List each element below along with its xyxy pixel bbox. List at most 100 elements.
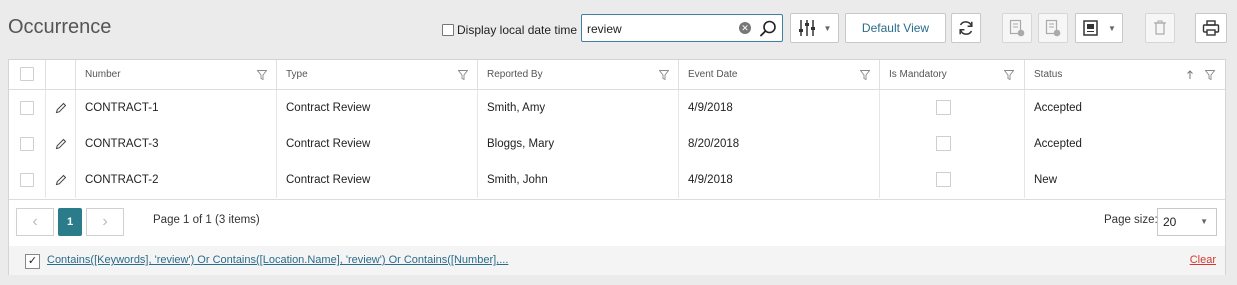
mandatory-checkbox	[936, 172, 951, 187]
column-header-label: Is Mandatory	[889, 69, 947, 80]
column-header-label: Type	[286, 69, 308, 80]
cell-status: New	[1034, 174, 1058, 186]
filter-icon[interactable]	[257, 70, 267, 80]
chevron-down-icon: ▼	[1108, 23, 1116, 33]
refresh-icon	[959, 21, 973, 35]
refresh-button[interactable]	[951, 13, 981, 43]
page-number-button[interactable]: 1	[58, 208, 82, 236]
approve-button[interactable]	[1002, 13, 1032, 43]
next-page-button[interactable]: ›	[86, 208, 124, 236]
filter-icon[interactable]	[1004, 70, 1014, 80]
search-input[interactable]	[587, 20, 732, 38]
chevron-down-icon: ▼	[1200, 217, 1208, 226]
table-row[interactable]: CONTRACT-1 Contract Review Smith, Amy 4/…	[9, 90, 1225, 126]
delete-button[interactable]	[1145, 13, 1175, 43]
report-menu-button[interactable]: ▼	[1075, 13, 1123, 43]
edit-cell	[46, 162, 76, 198]
pencil-icon[interactable]	[55, 138, 67, 150]
pencil-icon[interactable]	[55, 102, 67, 114]
page-size-select[interactable]: 20 ▼	[1157, 208, 1217, 236]
clear-search-icon[interactable]: ✕	[739, 22, 751, 34]
row-select-cell	[9, 162, 46, 198]
page-size-value: 20	[1163, 215, 1177, 229]
table-row[interactable]: CONTRACT-3 Contract Review Bloggs, Mary …	[9, 126, 1225, 162]
sort-ascending-icon[interactable]	[1185, 70, 1195, 80]
occurrence-grid: Number Type Reported By Event Date Is Ma…	[8, 59, 1226, 275]
filter-expression-link[interactable]: Contains([Keywords], 'review') Or Contai…	[47, 254, 508, 266]
column-header-label: Status	[1034, 69, 1063, 80]
filter-bar: ✓ Contains([Keywords], 'review') Or Cont…	[9, 246, 1225, 275]
local-date-time-toggle[interactable]: Display local date time	[442, 23, 577, 37]
reject-button[interactable]	[1038, 13, 1068, 43]
cell-number: CONTRACT-2	[76, 162, 277, 198]
default-view-label: Default View	[861, 21, 930, 35]
cell-event-date: 8/20/2018	[679, 126, 880, 162]
column-header-is-mandatory[interactable]: Is Mandatory	[880, 60, 1025, 90]
page-info: Page 1 of 1 (3 items)	[153, 214, 260, 226]
row-checkbox[interactable]	[20, 173, 34, 187]
filter-icon[interactable]	[1205, 70, 1215, 80]
search-icon[interactable]	[758, 19, 778, 39]
column-header-label: Event Date	[688, 69, 738, 80]
row-select-cell	[9, 90, 46, 126]
mandatory-checkbox	[936, 100, 951, 115]
cell-event-date: 4/9/2018	[679, 162, 880, 198]
column-header-event-date[interactable]: Event Date	[679, 60, 880, 90]
chevron-right-icon: ›	[102, 213, 108, 230]
mandatory-checkbox	[936, 136, 951, 151]
filter-icon[interactable]	[860, 70, 870, 80]
search-box: ✕	[581, 14, 783, 42]
cell-is-mandatory	[880, 90, 1025, 126]
filter-icon[interactable]	[458, 70, 468, 80]
cell-reported-by: Smith, John	[478, 162, 679, 198]
cell-event-date: 4/9/2018	[679, 90, 880, 126]
cell-type: Contract Review	[277, 126, 478, 162]
local-date-time-label: Display local date time	[457, 23, 578, 37]
clear-filter-link[interactable]: Clear	[1190, 254, 1216, 266]
column-header-label: Number	[85, 69, 121, 80]
cell-status: Accepted	[1034, 102, 1082, 114]
column-chooser-button[interactable]: ▼	[790, 13, 839, 43]
pencil-icon[interactable]	[55, 174, 67, 186]
pager: ‹ 1 › Page 1 of 1 (3 items) Page size: 2…	[9, 199, 1225, 245]
column-header-type[interactable]: Type	[277, 60, 478, 90]
prev-page-button[interactable]: ‹	[16, 208, 54, 236]
cell-reported-by: Bloggs, Mary	[478, 126, 679, 162]
row-checkbox[interactable]	[20, 101, 34, 115]
document-check-icon	[1009, 19, 1025, 37]
document-cancel-icon	[1045, 19, 1061, 37]
chevron-left-icon: ‹	[32, 213, 38, 230]
cell-reported-by: Smith, Amy	[478, 90, 679, 126]
cell-is-mandatory	[880, 162, 1025, 198]
page-size-label: Page size:	[1104, 214, 1158, 226]
filter-icon[interactable]	[659, 70, 669, 80]
trash-icon	[1154, 20, 1166, 35]
select-all-cell	[9, 60, 46, 90]
cell-status: Accepted	[1034, 138, 1082, 150]
cell-type: Contract Review	[277, 162, 478, 198]
edit-cell	[46, 126, 76, 162]
cell-type: Contract Review	[277, 90, 478, 126]
column-header-number[interactable]: Number	[76, 60, 277, 90]
cell-is-mandatory	[880, 126, 1025, 162]
local-date-time-checkbox[interactable]	[442, 24, 454, 36]
filter-enabled-checkbox[interactable]: ✓	[25, 254, 40, 269]
report-icon	[1083, 20, 1098, 36]
printer-icon	[1202, 20, 1220, 36]
print-button[interactable]	[1195, 13, 1227, 43]
default-view-button[interactable]: Default View	[845, 13, 946, 43]
grid-header: Number Type Reported By Event Date Is Ma…	[9, 60, 1225, 90]
row-checkbox[interactable]	[20, 137, 34, 151]
column-header-reported-by[interactable]: Reported By	[478, 60, 679, 90]
edit-column-header	[46, 60, 76, 90]
edit-cell	[46, 90, 76, 126]
column-header-status[interactable]: Status	[1025, 60, 1226, 90]
row-select-cell	[9, 126, 46, 162]
select-all-checkbox[interactable]	[20, 67, 34, 81]
cell-number: CONTRACT-1	[76, 90, 277, 126]
column-header-label: Reported By	[487, 69, 543, 80]
page-title: Occurrence	[8, 16, 112, 38]
chevron-down-icon: ▼	[823, 23, 832, 33]
column-settings-icon	[798, 20, 815, 36]
table-row[interactable]: CONTRACT-2 Contract Review Smith, John 4…	[9, 162, 1225, 198]
